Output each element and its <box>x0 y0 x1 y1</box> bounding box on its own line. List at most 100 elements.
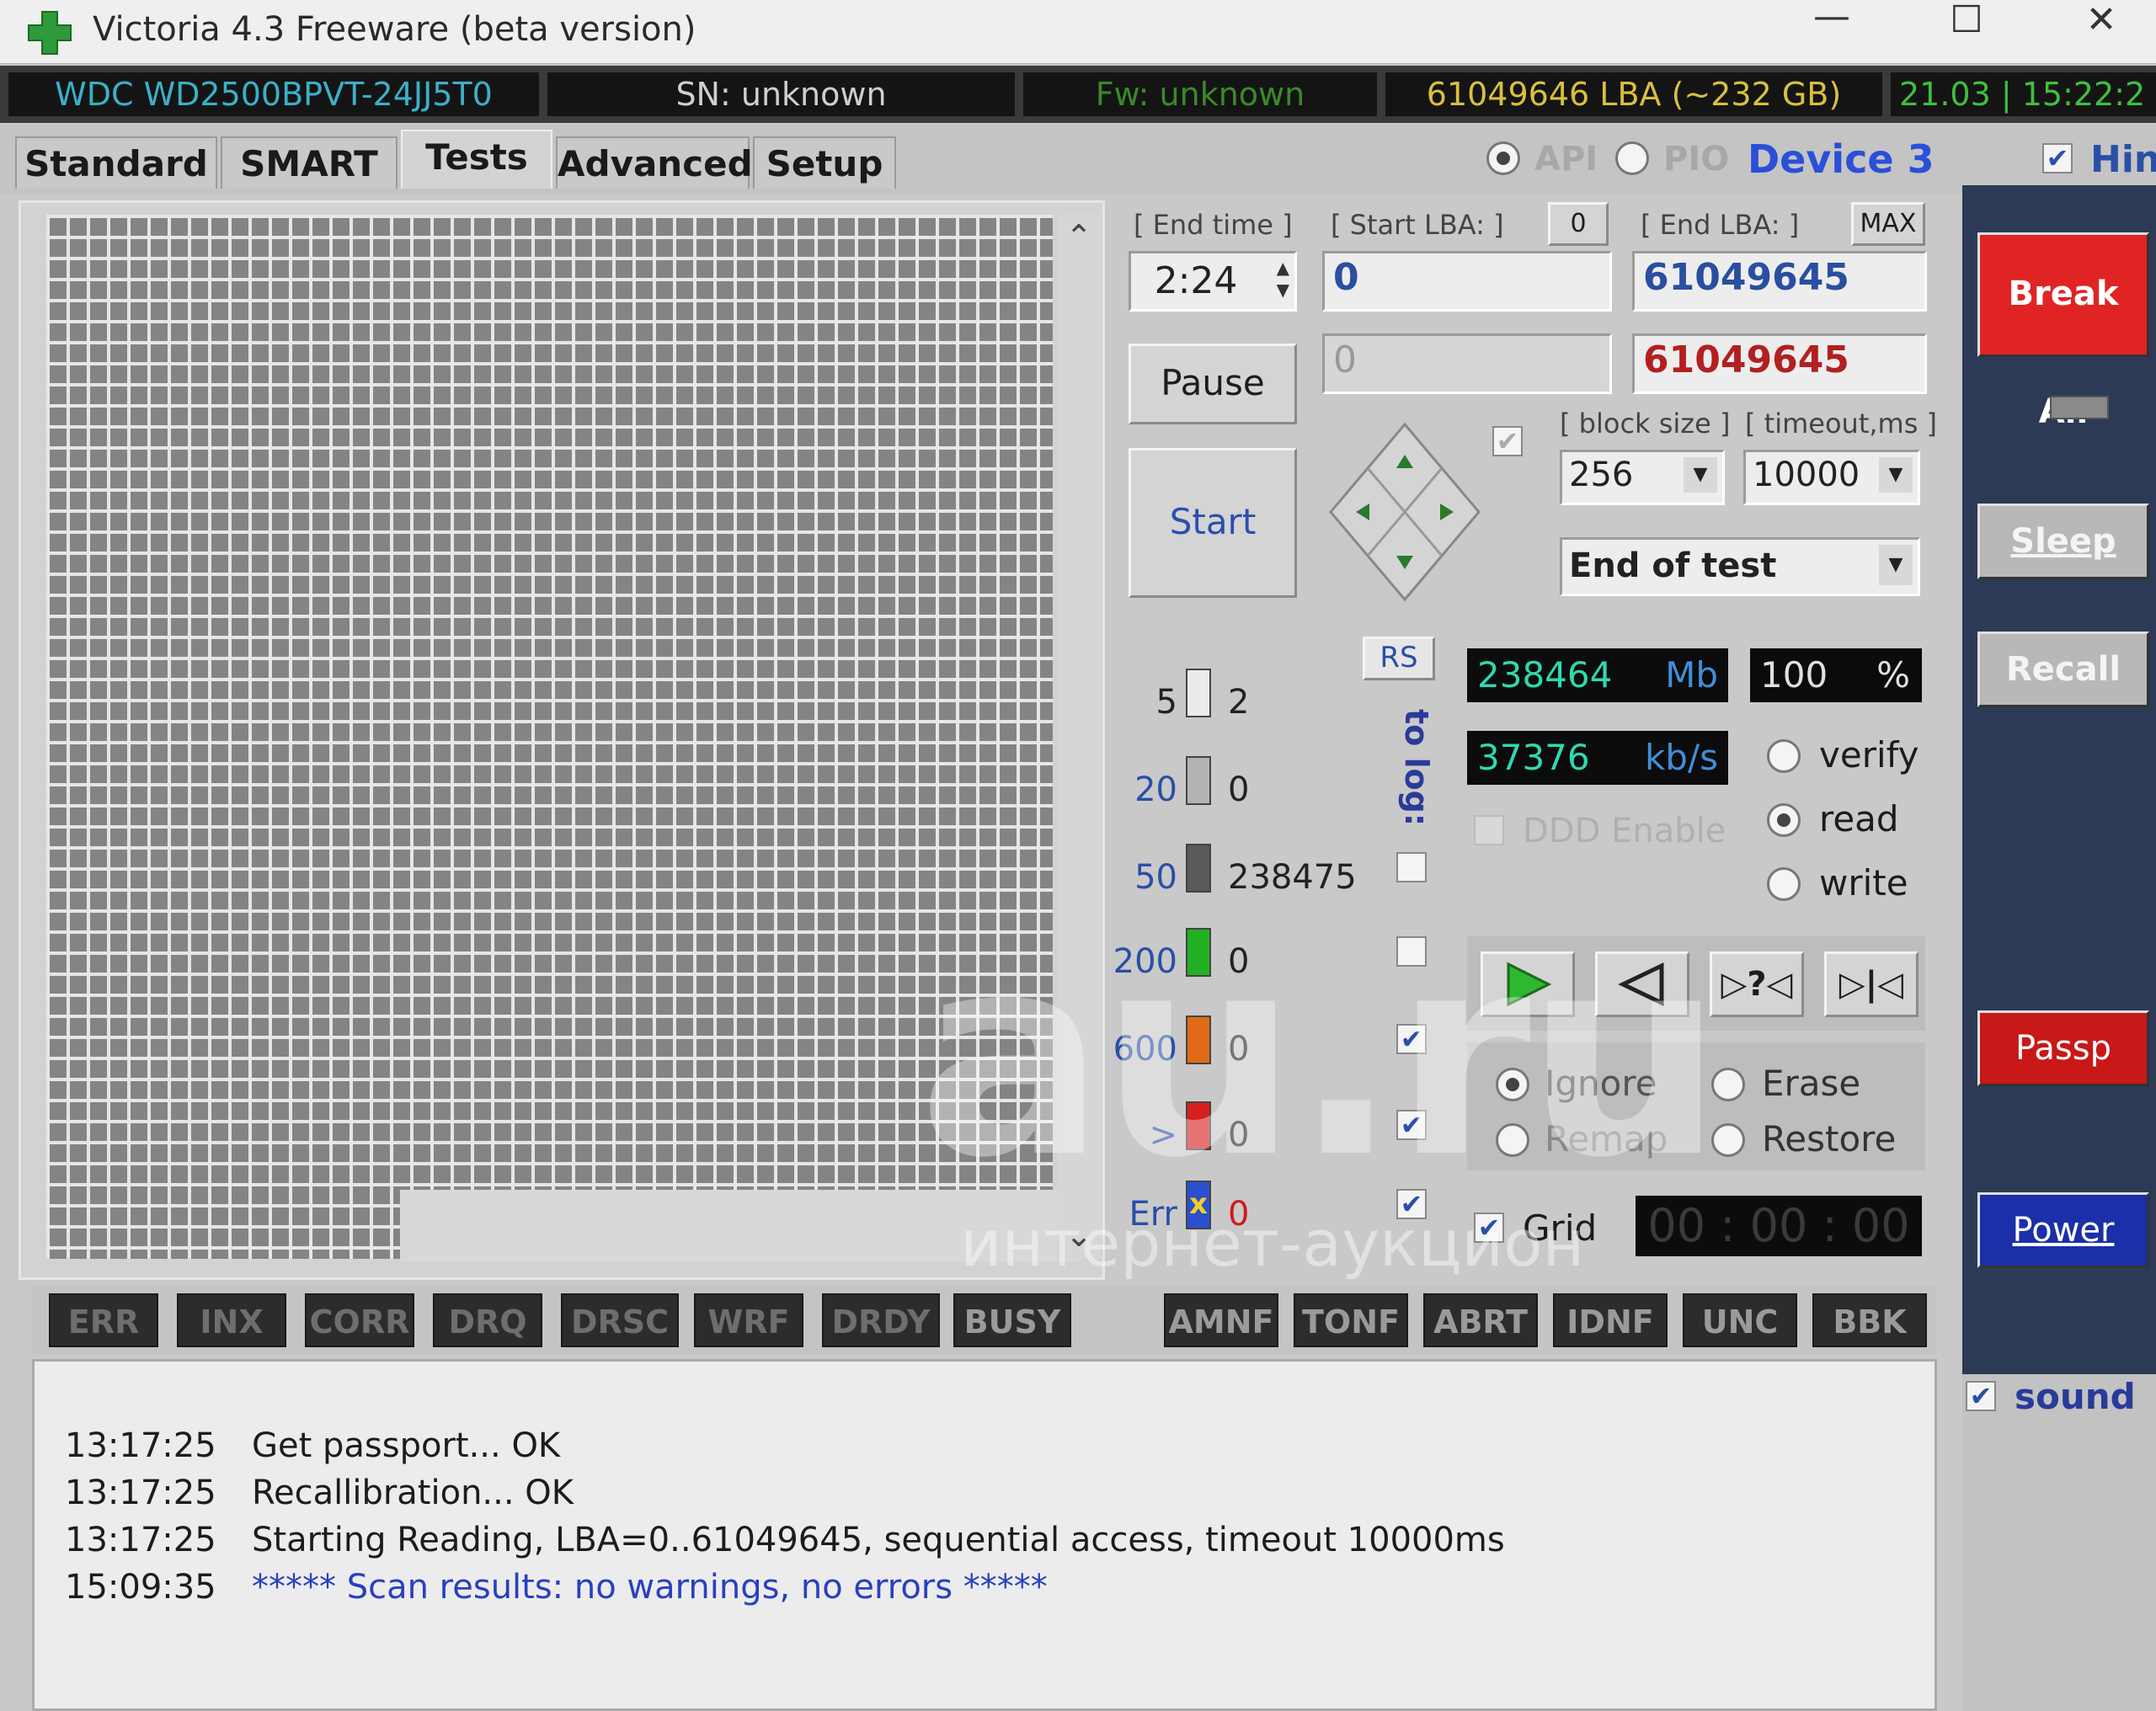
close-button[interactable]: ✕ <box>2055 2 2148 54</box>
hint-label: Hint <box>2090 138 2156 181</box>
read-label: read <box>1819 798 1899 840</box>
title-bar: Victoria 4.3 Freeware (beta version) — ☐… <box>0 0 2156 64</box>
timeout-select[interactable]: 10000 ▼ <box>1743 450 1920 505</box>
end-lba-max-button[interactable]: MAX <box>1851 202 1925 246</box>
tab-setup[interactable]: Setup <box>753 136 896 189</box>
start-button[interactable]: Start <box>1129 448 1297 598</box>
ddd-enable-checkbox[interactable] <box>1474 815 1504 845</box>
direction-checkbox[interactable]: ✔ <box>1492 426 1523 456</box>
scan-map-grid <box>46 215 1078 1261</box>
minimize-button[interactable]: — <box>1785 0 1878 51</box>
block-size-value: 256 <box>1569 456 1634 494</box>
watermark-logo: au.ru <box>918 895 1724 1218</box>
end-action-select[interactable]: End of test ▼ <box>1560 537 1920 596</box>
flag-busy: BUSY <box>953 1293 1071 1347</box>
indicator-led <box>2050 396 2109 419</box>
flag-amnf: AMNF <box>1164 1293 1278 1347</box>
end-lba-input[interactable]: 61049645 <box>1632 251 1927 312</box>
power-button[interactable]: Power <box>1977 1192 2149 1268</box>
start-lba-label: [ Start LBA: ] <box>1331 209 1504 241</box>
device-label[interactable]: Device 3 <box>1748 136 1935 182</box>
chevron-down-icon[interactable]: ▼ <box>1684 457 1717 493</box>
flag-wrf: WRF <box>694 1293 803 1347</box>
flag-idnf: IDNF <box>1553 1293 1668 1347</box>
legend-count: 2 <box>1228 683 1250 722</box>
maximize-button[interactable]: ☐ <box>1920 2 2013 54</box>
passport-button[interactable]: Passp <box>1977 1010 2149 1086</box>
flag-unc: UNC <box>1683 1293 1797 1347</box>
end-lba-label: [ End LBA: ] <box>1641 209 1800 241</box>
log-panel[interactable]: 13:17:25 Get passport... OK 13:17:25 Recal… <box>32 1359 1937 1711</box>
speed-display: 37376 kb/s <box>1467 731 1728 785</box>
log-time: 13:17:25 <box>65 1474 216 1512</box>
log-entry: 15:09:35 ***** Scan results: no warnings,… <box>65 1564 1918 1611</box>
scroll-up-icon[interactable]: ⌃ <box>1057 218 1101 255</box>
skip-end-icon: ▷|◁ <box>1838 965 1904 1004</box>
log-message: Starting Reading, LBA=0..61049645, seque… <box>252 1521 1505 1559</box>
write-radio[interactable] <box>1767 867 1801 901</box>
tab-advanced[interactable]: Advanced <box>556 136 753 189</box>
drive-capacity: 61049646 LBA (~232 GB) <box>1385 72 1882 116</box>
app-cross-icon <box>28 11 72 55</box>
sound-checkbox[interactable]: ✔ <box>1966 1381 1996 1411</box>
timeout-label: [ timeout,ms ] <box>1745 408 1938 440</box>
tab-standard[interactable]: Standard <box>15 136 217 189</box>
drive-model[interactable]: WDC WD2500BPVT-24JJ5T0 <box>8 72 539 116</box>
chevron-down-icon[interactable]: ▼ <box>1879 457 1913 493</box>
start-lba-input[interactable]: 0 <box>1322 251 1612 312</box>
percent-value: 100 <box>1760 654 1828 696</box>
rs-reset-button[interactable]: RS <box>1363 637 1435 680</box>
pause-button[interactable]: Pause <box>1129 344 1297 424</box>
tab-smart[interactable]: SMART <box>221 136 398 189</box>
tab-tests[interactable]: Tests <box>401 130 552 189</box>
ddd-enable-label: DDD Enable <box>1523 812 1726 850</box>
break-all-button[interactable]: Break All <box>1977 232 2149 431</box>
legend-threshold: 5 <box>1155 683 1177 722</box>
log-time: 15:09:35 <box>65 1568 216 1607</box>
drive-firmware: Fw: unknown <box>1023 72 1377 116</box>
block-size-select[interactable]: 256 ▼ <box>1560 450 1725 505</box>
restore-label: Restore <box>1762 1118 1897 1159</box>
flag-drq: DRQ <box>433 1293 542 1347</box>
legend-count: 0 <box>1228 770 1250 809</box>
to-log-label: to log: <box>1398 709 1435 827</box>
log-checkbox-50[interactable] <box>1396 852 1427 882</box>
skip-unknown-button[interactable]: ▷?◁ <box>1710 951 1804 1017</box>
megabytes-display: 238464 Mb <box>1467 648 1728 702</box>
sleep-button[interactable]: Sleep <box>1977 504 2149 579</box>
flag-drsc: DRSC <box>561 1293 679 1347</box>
chevron-down-icon[interactable]: ▼ <box>1879 545 1913 585</box>
api-radio[interactable] <box>1486 141 1520 175</box>
skip-end-button[interactable]: ▷|◁ <box>1824 951 1919 1017</box>
drive-info-bar: WDC WD2500BPVT-24JJ5T0 SN: unknown Fw: u… <box>0 66 2156 123</box>
direction-pad-icon[interactable] <box>1322 418 1487 611</box>
flag-inx: INX <box>177 1293 286 1347</box>
log-entry: 13:17:25 Recallibration... OK <box>65 1469 1918 1516</box>
end-time-input[interactable]: 2:24 ▲ ▼ <box>1129 251 1297 312</box>
legend-threshold: 50 <box>1134 858 1177 897</box>
verify-radio[interactable] <box>1767 739 1801 773</box>
start-lba-zero-button[interactable]: 0 <box>1548 202 1609 246</box>
log-time: 13:17:25 <box>65 1426 216 1465</box>
pio-radio[interactable] <box>1615 141 1649 175</box>
block-size-label: [ block size ] <box>1560 408 1731 440</box>
timeout-value: 10000 <box>1753 456 1860 494</box>
log-list: 13:17:25 Get passport... OK 13:17:25 Recal… <box>65 1422 1918 1611</box>
hint-checkbox[interactable]: ✔ <box>2042 143 2073 173</box>
sound-label: sound <box>2015 1376 2136 1417</box>
pio-label: PIO <box>1663 140 1730 179</box>
legend-swatch <box>1186 756 1211 805</box>
percent-display: 100 % <box>1750 648 1922 702</box>
flag-err: ERR <box>49 1293 158 1347</box>
end-time-spinner-icon[interactable]: ▲ ▼ <box>1277 257 1289 301</box>
flag-drdy: DRDY <box>822 1293 940 1347</box>
recall-button[interactable]: Recall <box>1977 632 2149 707</box>
log-message: Get passport... OK <box>252 1426 561 1465</box>
legend-swatch <box>1186 669 1211 717</box>
read-radio[interactable] <box>1767 803 1801 837</box>
window-title: Victoria 4.3 Freeware (beta version) <box>93 10 696 49</box>
flag-corr: CORR <box>305 1293 414 1347</box>
flag-bbk: BBK <box>1812 1293 1927 1347</box>
speed-unit: kb/s <box>1644 737 1718 778</box>
percent-unit: % <box>1876 654 1910 696</box>
